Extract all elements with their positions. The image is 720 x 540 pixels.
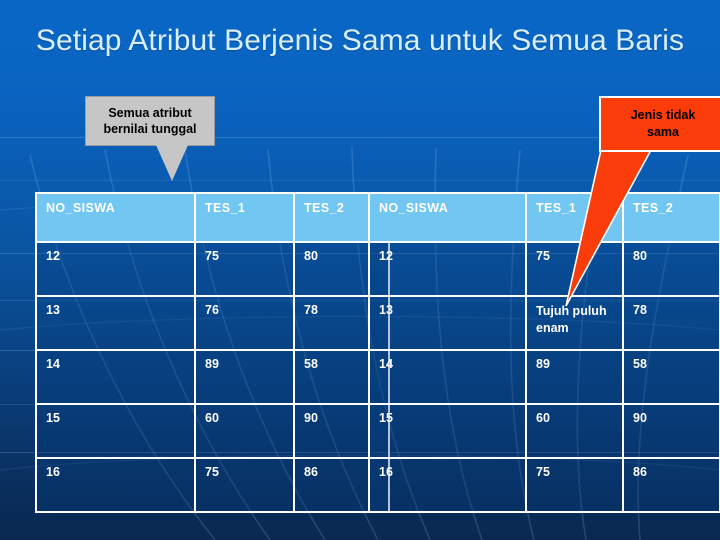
table-row: 12 75 80	[368, 241, 720, 297]
cell-tes-1: 89	[194, 349, 295, 405]
column-header-no-siswa: NO_SISWA	[35, 192, 196, 243]
callout-red-line2: sama	[647, 125, 679, 139]
cell-no-siswa: 12	[35, 241, 196, 297]
table-row: 16 75 86	[368, 457, 720, 513]
cell-tes-2: 86	[622, 457, 720, 513]
deco-hline-2	[0, 180, 720, 181]
column-header-tes-1: TES_1	[525, 192, 624, 243]
table-header-row: NO_SISWA TES_1 TES_2	[368, 192, 720, 243]
callout-gray-line2: bernilai tunggal	[103, 122, 197, 136]
table-left-normalized: NO_SISWA TES_1 TES_2 12 75 80 13 76 78 1…	[35, 192, 390, 513]
cell-no-siswa: 16	[368, 457, 527, 513]
cell-tes-1: 60	[525, 403, 624, 459]
cell-no-siswa: 15	[368, 403, 527, 459]
cell-no-siswa: 13	[368, 295, 527, 351]
table-row: 13 76 78	[35, 295, 390, 351]
table-row: 16 75 86	[35, 457, 390, 513]
cell-no-siswa: 12	[368, 241, 527, 297]
callout-red-text: Jenis tidak sama	[631, 107, 696, 141]
cell-tes-2: 90	[622, 403, 720, 459]
table-right-unnormalized: NO_SISWA TES_1 TES_2 12 75 80 13 Tujuh p…	[368, 192, 720, 513]
cell-tes-2: 78	[622, 295, 720, 351]
cell-no-siswa: 16	[35, 457, 196, 513]
cell-tes-1: Tujuh puluh enam	[525, 295, 624, 351]
cell-tes-1: 89	[525, 349, 624, 405]
cell-tes-1: 75	[194, 241, 295, 297]
table-row: 14 89 58	[35, 349, 390, 405]
cell-tes-1: 75	[525, 457, 624, 513]
callout-jenis-tidak-sama[interactable]: Jenis tidak sama	[599, 96, 720, 152]
table-row: 12 75 80	[35, 241, 390, 297]
cell-tes-2: 80	[622, 241, 720, 297]
cell-no-siswa: 15	[35, 403, 196, 459]
cell-no-siswa: 14	[35, 349, 196, 405]
column-header-no-siswa: NO_SISWA	[368, 192, 527, 243]
table-row: 15 60 90	[35, 403, 390, 459]
cell-tes-1: 60	[194, 403, 295, 459]
cell-tes-1: 75	[525, 241, 624, 297]
cell-tes-1: 76	[194, 295, 295, 351]
callout-gray-line1: Semua atribut	[108, 106, 192, 120]
column-header-tes-2: TES_2	[622, 192, 720, 243]
callout-gray-text: Semua atribut bernilai tunggal	[103, 105, 196, 137]
table-header-row: NO_SISWA TES_1 TES_2	[35, 192, 390, 243]
column-header-tes-1: TES_1	[194, 192, 295, 243]
slide-canvas: Setiap Atribut Berjenis Sama untuk Semua…	[0, 0, 720, 540]
cell-tes-1: 75	[194, 457, 295, 513]
callout-gray-pointer	[156, 145, 188, 181]
cell-no-siswa: 13	[35, 295, 196, 351]
slide-title: Setiap Atribut Berjenis Sama untuk Semua…	[35, 24, 685, 57]
table-row: 14 89 58	[368, 349, 720, 405]
cell-no-siswa: 14	[368, 349, 527, 405]
callout-red-line1: Jenis tidak	[630, 108, 696, 122]
cell-tes-2: 58	[622, 349, 720, 405]
table-row: 15 60 90	[368, 403, 720, 459]
table-row: 13 Tujuh puluh enam 78	[368, 295, 720, 351]
callout-semua-atribut[interactable]: Semua atribut bernilai tunggal	[85, 96, 215, 146]
